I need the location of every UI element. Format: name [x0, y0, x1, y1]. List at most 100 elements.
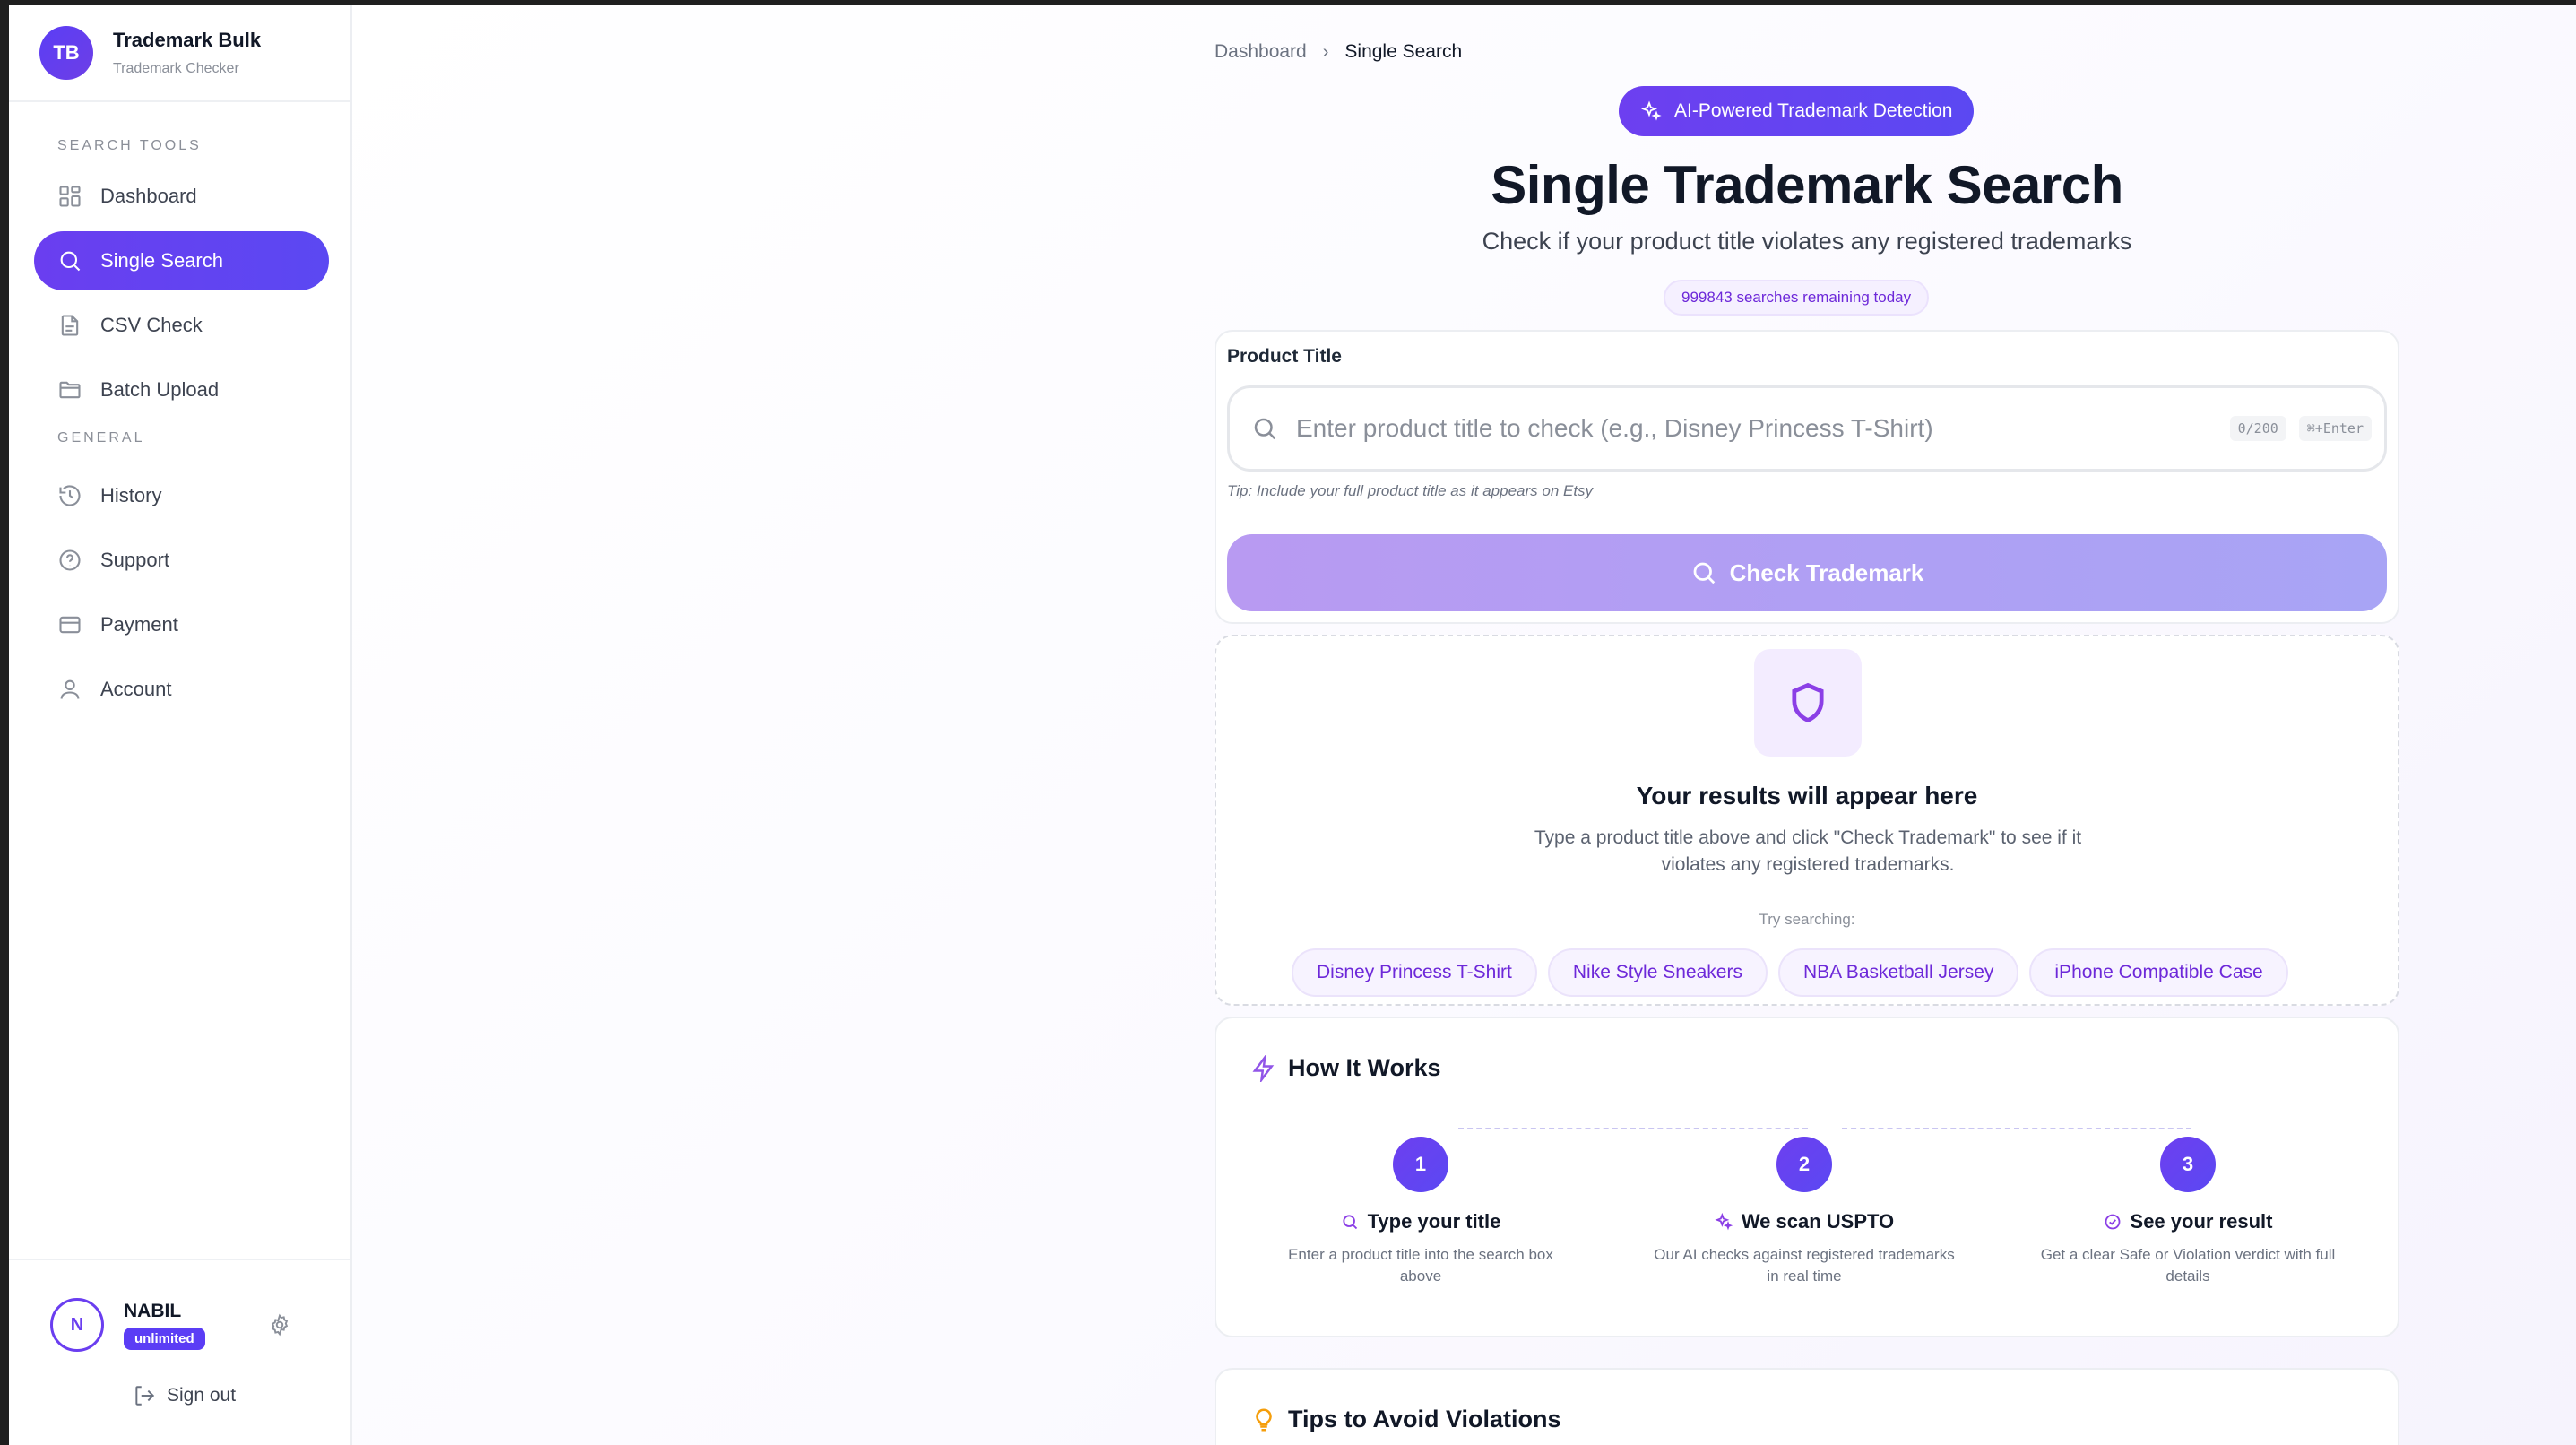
step-connector [1458, 1128, 1808, 1129]
sidebar-item-label: Batch Upload [100, 378, 220, 401]
sidebar: TB Trademark Bulk Trademark Checker SEAR… [9, 5, 352, 1445]
step-1: 1 Type your title Enter a product title … [1241, 1137, 1600, 1287]
gear-icon[interactable] [268, 1313, 291, 1337]
example-chips: Disney Princess T-Shirt Nike Style Sneak… [1292, 948, 2299, 997]
example-chip[interactable]: iPhone Compatible Case [2029, 948, 2288, 997]
sidebar-item-label: Account [100, 678, 172, 700]
logout-icon [135, 1386, 155, 1406]
product-title-input[interactable] [1296, 414, 2230, 443]
step-description: Enter a product title into the search bo… [1288, 1246, 1553, 1285]
step-title-label: Type your title [1367, 1210, 1501, 1233]
sparkles-icon [1715, 1213, 1733, 1231]
sidebar-item-csv-check[interactable]: CSV Check [34, 296, 329, 355]
brand[interactable]: TB Trademark Bulk Trademark Checker [9, 5, 350, 102]
sign-out-button[interactable]: Sign out [9, 1384, 350, 1407]
step-description: Get a clear Safe or Violation verdict wi… [2040, 1246, 2336, 1285]
credit-card-icon [59, 616, 81, 634]
sign-out-label: Sign out [166, 1385, 237, 1406]
results-description: Type a product title above and click "Ch… [1534, 827, 2082, 875]
help-circle-icon [59, 549, 81, 571]
sidebar-item-label: Payment [100, 613, 178, 636]
section-label-search-tools: SEARCH TOOLS [57, 138, 202, 153]
step-number: 3 [2160, 1137, 2216, 1192]
how-it-works-title: How It Works [1250, 1054, 1441, 1082]
sidebar-item-label: Dashboard [100, 185, 197, 207]
sidebar-item-label: Single Search [100, 249, 223, 272]
tips-title-label: Tips to Avoid Violations [1288, 1406, 1561, 1432]
brand-title: Trademark Bulk [113, 29, 262, 51]
main-content: Dashboard › Single Search AI-Powered Tra… [352, 5, 2576, 1445]
step-2: 2 We scan USPTO Our AI checks against re… [1625, 1137, 1984, 1287]
lightbulb-icon [1256, 1407, 1272, 1431]
sidebar-item-batch-upload[interactable]: Batch Upload [34, 360, 329, 420]
sidebar-footer: N NABIL unlimited Sign out [9, 1259, 350, 1445]
chevron-right-icon: › [1322, 41, 1329, 62]
sidebar-item-history[interactable]: History [34, 466, 329, 525]
check-trademark-label: Check Trademark [1729, 558, 1924, 586]
search-icon [1693, 562, 1715, 584]
lightning-icon [1252, 1054, 1275, 1082]
shortcut-hint: ⌘+Enter [2298, 416, 2372, 441]
folder-icon [59, 381, 81, 399]
sidebar-item-label: Support [100, 549, 170, 571]
file-icon [61, 315, 79, 336]
step-connector [1842, 1128, 2191, 1129]
shield-tile [1754, 649, 1862, 757]
avatar[interactable]: N [50, 1298, 104, 1352]
search-tip: Tip: Include your full product title as … [1227, 482, 1594, 499]
step-title: Type your title [1241, 1210, 1600, 1233]
brand-logo: TB [39, 26, 93, 80]
step-description: Our AI checks against registered tradema… [1654, 1246, 1955, 1285]
step-title: We scan USPTO [1625, 1210, 1984, 1233]
search-card: Product Title 0/200 ⌘+Enter Tip: Include… [1215, 330, 2399, 624]
how-it-works-card: How It Works 1 Type your title Enter a p… [1215, 1017, 2399, 1337]
sidebar-item-label: History [100, 484, 162, 506]
check-circle-icon [2105, 1214, 2120, 1230]
breadcrumb-dashboard-link[interactable]: Dashboard [1215, 41, 1307, 63]
sidebar-item-label: CSV Check [100, 314, 203, 336]
shield-icon [1792, 682, 1824, 723]
sidebar-item-dashboard[interactable]: Dashboard [34, 167, 329, 226]
step-title-label: See your result [2130, 1210, 2273, 1233]
product-title-label: Product Title [1227, 346, 1342, 367]
user-name: NABIL [124, 1300, 182, 1321]
user-profile: N NABIL unlimited [9, 1260, 350, 1352]
app-window: TB Trademark Bulk Trademark Checker SEAR… [9, 5, 2576, 1445]
results-placeholder: Your results will appear here Type a pro… [1215, 635, 2399, 1006]
sidebar-item-support[interactable]: Support [34, 531, 329, 590]
results-title: Your results will appear here [1636, 782, 1978, 809]
sidebar-item-payment[interactable]: Payment [34, 595, 329, 654]
step-3: 3 See your result Get a clear Safe or Vi… [2009, 1137, 2367, 1287]
example-chip[interactable]: Nike Style Sneakers [1547, 948, 1768, 997]
brand-subtitle: Trademark Checker [113, 61, 239, 76]
search-icon [1343, 1215, 1357, 1230]
ai-powered-badge: AI-Powered Trademark Detection [1619, 86, 1975, 136]
sidebar-item-account[interactable]: Account [34, 660, 329, 719]
how-it-works-label: How It Works [1288, 1054, 1441, 1081]
check-trademark-button[interactable]: Check Trademark [1227, 534, 2387, 611]
step-number: 1 [1393, 1137, 1448, 1192]
sidebar-item-single-search[interactable]: Single Search [34, 231, 329, 290]
user-icon [60, 679, 80, 699]
section-label-general: GENERAL [57, 430, 145, 446]
example-chip[interactable]: NBA Basketball Jersey [1777, 948, 2019, 997]
step-title-label: We scan USPTO [1741, 1210, 1895, 1233]
breadcrumb: Dashboard › Single Search [1215, 41, 1462, 63]
char-count: 0/200 [2229, 416, 2286, 441]
breadcrumb-current: Single Search [1344, 41, 1463, 62]
page-title: Single Trademark Search [1491, 155, 2123, 215]
grid-icon [59, 186, 81, 207]
try-searching-label: Try searching: [1759, 911, 1855, 928]
search-icon [60, 251, 81, 272]
search-icon [1254, 418, 1276, 440]
history-icon [59, 485, 81, 506]
example-chip[interactable]: Disney Princess T-Shirt [1292, 948, 1537, 997]
step-number: 2 [1776, 1137, 1832, 1192]
ai-badge-label: AI-Powered Trademark Detection [1674, 100, 1953, 121]
tips-title: Tips to Avoid Violations [1250, 1406, 1561, 1433]
sparkles-icon [1640, 100, 1662, 121]
tips-card: Tips to Avoid Violations [1215, 1368, 2399, 1445]
step-title: See your result [2009, 1210, 2367, 1233]
plan-badge: unlimited [124, 1327, 205, 1350]
search-box[interactable]: 0/200 ⌘+Enter [1227, 385, 2387, 472]
